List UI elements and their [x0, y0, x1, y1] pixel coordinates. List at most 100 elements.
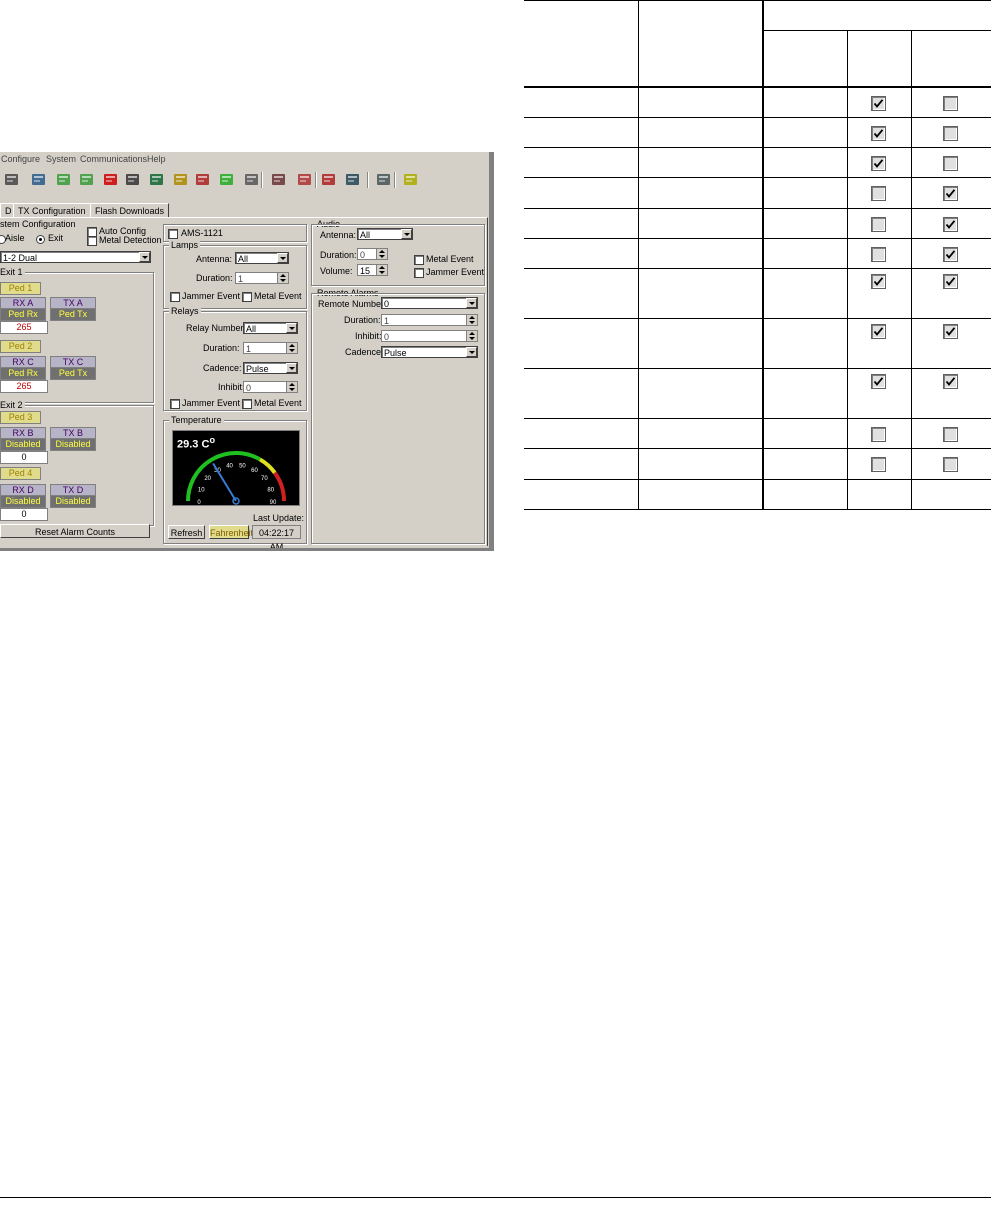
- ped4-button[interactable]: Ped 4: [0, 467, 41, 480]
- model-select[interactable]: 1-2 Dual: [0, 251, 151, 263]
- checked-checkbox[interactable]: [943, 324, 958, 339]
- unchecked-checkbox[interactable]: [871, 247, 886, 262]
- rx-c-cell[interactable]: RX C Ped Rx: [0, 356, 46, 380]
- eraser-icon[interactable]: [124, 171, 141, 188]
- book-icon[interactable]: [243, 171, 260, 188]
- relays-cadence-select[interactable]: Pulse: [243, 362, 298, 374]
- rx-b-cell[interactable]: RX B Disabled: [0, 427, 46, 451]
- spinner-arrows-icon[interactable]: [286, 343, 297, 353]
- lamps-metal-checkbox[interactable]: [242, 292, 252, 302]
- help-icon[interactable]: [402, 171, 419, 188]
- fahrenheit-button[interactable]: Fahrenheit: [209, 525, 253, 539]
- lamps-antenna-select[interactable]: All: [235, 252, 289, 264]
- checked-checkbox[interactable]: [871, 324, 886, 339]
- menu-configure[interactable]: Configure: [1, 154, 40, 164]
- audio-duration-spinner[interactable]: 0: [357, 248, 388, 260]
- menu-system[interactable]: System: [46, 154, 76, 164]
- alarm-clock-icon[interactable]: [194, 171, 211, 188]
- stop-icon[interactable]: [296, 171, 313, 188]
- remote-cadence-select[interactable]: Pulse: [381, 346, 478, 358]
- relays-inhibit-spinner[interactable]: 0: [243, 381, 298, 393]
- audio-antenna-select[interactable]: All: [357, 228, 413, 240]
- chevron-down-icon[interactable]: [139, 252, 150, 262]
- remote-inhibit-spinner[interactable]: 0: [381, 330, 478, 342]
- checked-checkbox[interactable]: [943, 186, 958, 201]
- lamps-jammer-checkbox[interactable]: [170, 292, 180, 302]
- remote-duration-spinner[interactable]: 1: [381, 314, 478, 326]
- rx-a-cell[interactable]: RX A Ped Rx: [0, 297, 46, 321]
- temperature-reading: 29.3 Co: [177, 435, 215, 451]
- checked-checkbox[interactable]: [943, 374, 958, 389]
- ped3-button[interactable]: Ped 3: [0, 411, 41, 424]
- metal-detection-checkbox[interactable]: [87, 236, 97, 246]
- film-icon[interactable]: [148, 171, 165, 188]
- speaker-icon[interactable]: [270, 171, 287, 188]
- refresh-button[interactable]: Refresh: [168, 525, 205, 539]
- menu-communications[interactable]: Communications: [80, 154, 147, 164]
- chevron-down-icon[interactable]: [401, 229, 412, 239]
- unchecked-checkbox[interactable]: [871, 186, 886, 201]
- unchecked-checkbox[interactable]: [943, 96, 958, 111]
- tab-tx-configuration[interactable]: TX Configuration: [13, 203, 91, 218]
- ams-checkbox[interactable]: [168, 229, 178, 239]
- unchecked-checkbox[interactable]: [943, 427, 958, 442]
- relay-number-select[interactable]: All: [243, 322, 298, 334]
- tx-d-value: Disabled: [50, 496, 96, 508]
- checked-checkbox[interactable]: [943, 274, 958, 289]
- menu-help[interactable]: Help: [147, 154, 166, 164]
- unchecked-checkbox[interactable]: [871, 217, 886, 232]
- tx-c-cell[interactable]: TX C Ped Tx: [50, 356, 96, 380]
- unchecked-checkbox[interactable]: [871, 427, 886, 442]
- spinner-arrows-icon[interactable]: [466, 315, 477, 325]
- warning-icon[interactable]: [102, 171, 119, 188]
- audio-volume-spinner[interactable]: 15: [357, 264, 388, 276]
- chevron-down-icon[interactable]: [277, 253, 288, 263]
- tx-a-cell[interactable]: TX A Ped Tx: [50, 297, 96, 321]
- meter-icon[interactable]: [172, 171, 189, 188]
- chart-icon[interactable]: [55, 171, 72, 188]
- checked-checkbox[interactable]: [943, 247, 958, 262]
- chevron-down-icon[interactable]: [286, 323, 297, 333]
- undo-icon[interactable]: [320, 171, 337, 188]
- lamps-duration-spinner[interactable]: 1: [235, 272, 289, 284]
- tx-d-cell[interactable]: TX D Disabled: [50, 484, 96, 508]
- spinner-arrows-icon[interactable]: [286, 382, 297, 392]
- checked-checkbox[interactable]: [943, 217, 958, 232]
- ped1-button[interactable]: Ped 1: [0, 282, 41, 295]
- chevron-down-icon[interactable]: [466, 298, 477, 308]
- spinner-arrows-icon[interactable]: [277, 273, 288, 283]
- chevron-down-icon[interactable]: [286, 363, 297, 373]
- list-icon[interactable]: [344, 171, 361, 188]
- unchecked-checkbox[interactable]: [943, 126, 958, 141]
- reset-alarm-counts-button[interactable]: Reset Alarm Counts: [0, 524, 150, 538]
- checked-checkbox[interactable]: [871, 126, 886, 141]
- page-icon[interactable]: [3, 171, 20, 188]
- chevron-down-icon[interactable]: [466, 347, 477, 357]
- spinner-arrows-icon[interactable]: [466, 331, 477, 341]
- tab-flash-downloads[interactable]: Flash Downloads: [90, 203, 170, 218]
- ped2-button[interactable]: Ped 2: [0, 340, 41, 353]
- remote-number-select[interactable]: 0: [381, 297, 478, 309]
- unchecked-checkbox[interactable]: [943, 156, 958, 171]
- checked-checkbox[interactable]: [871, 96, 886, 111]
- checked-checkbox[interactable]: [871, 374, 886, 389]
- search-icon[interactable]: [30, 171, 47, 188]
- relays-jammer-checkbox[interactable]: [170, 399, 180, 409]
- spinner-arrows-icon[interactable]: [376, 249, 387, 259]
- checked-checkbox[interactable]: [871, 156, 886, 171]
- relays-metal-checkbox[interactable]: [242, 399, 252, 409]
- table-row-rule: [524, 147, 991, 148]
- exit-radio[interactable]: [36, 235, 45, 244]
- audio-metal-checkbox[interactable]: [414, 255, 424, 265]
- graph-icon[interactable]: [218, 171, 235, 188]
- tx-b-cell[interactable]: TX B Disabled: [50, 427, 96, 451]
- relays-duration-spinner[interactable]: 1: [243, 342, 298, 354]
- checked-checkbox[interactable]: [871, 274, 886, 289]
- unchecked-checkbox[interactable]: [943, 457, 958, 472]
- grid-icon[interactable]: [78, 171, 95, 188]
- spinner-arrows-icon[interactable]: [376, 265, 387, 275]
- audio-jammer-checkbox[interactable]: [414, 268, 424, 278]
- rx-d-cell[interactable]: RX D Disabled: [0, 484, 46, 508]
- unchecked-checkbox[interactable]: [871, 457, 886, 472]
- export-icon[interactable]: [375, 171, 392, 188]
